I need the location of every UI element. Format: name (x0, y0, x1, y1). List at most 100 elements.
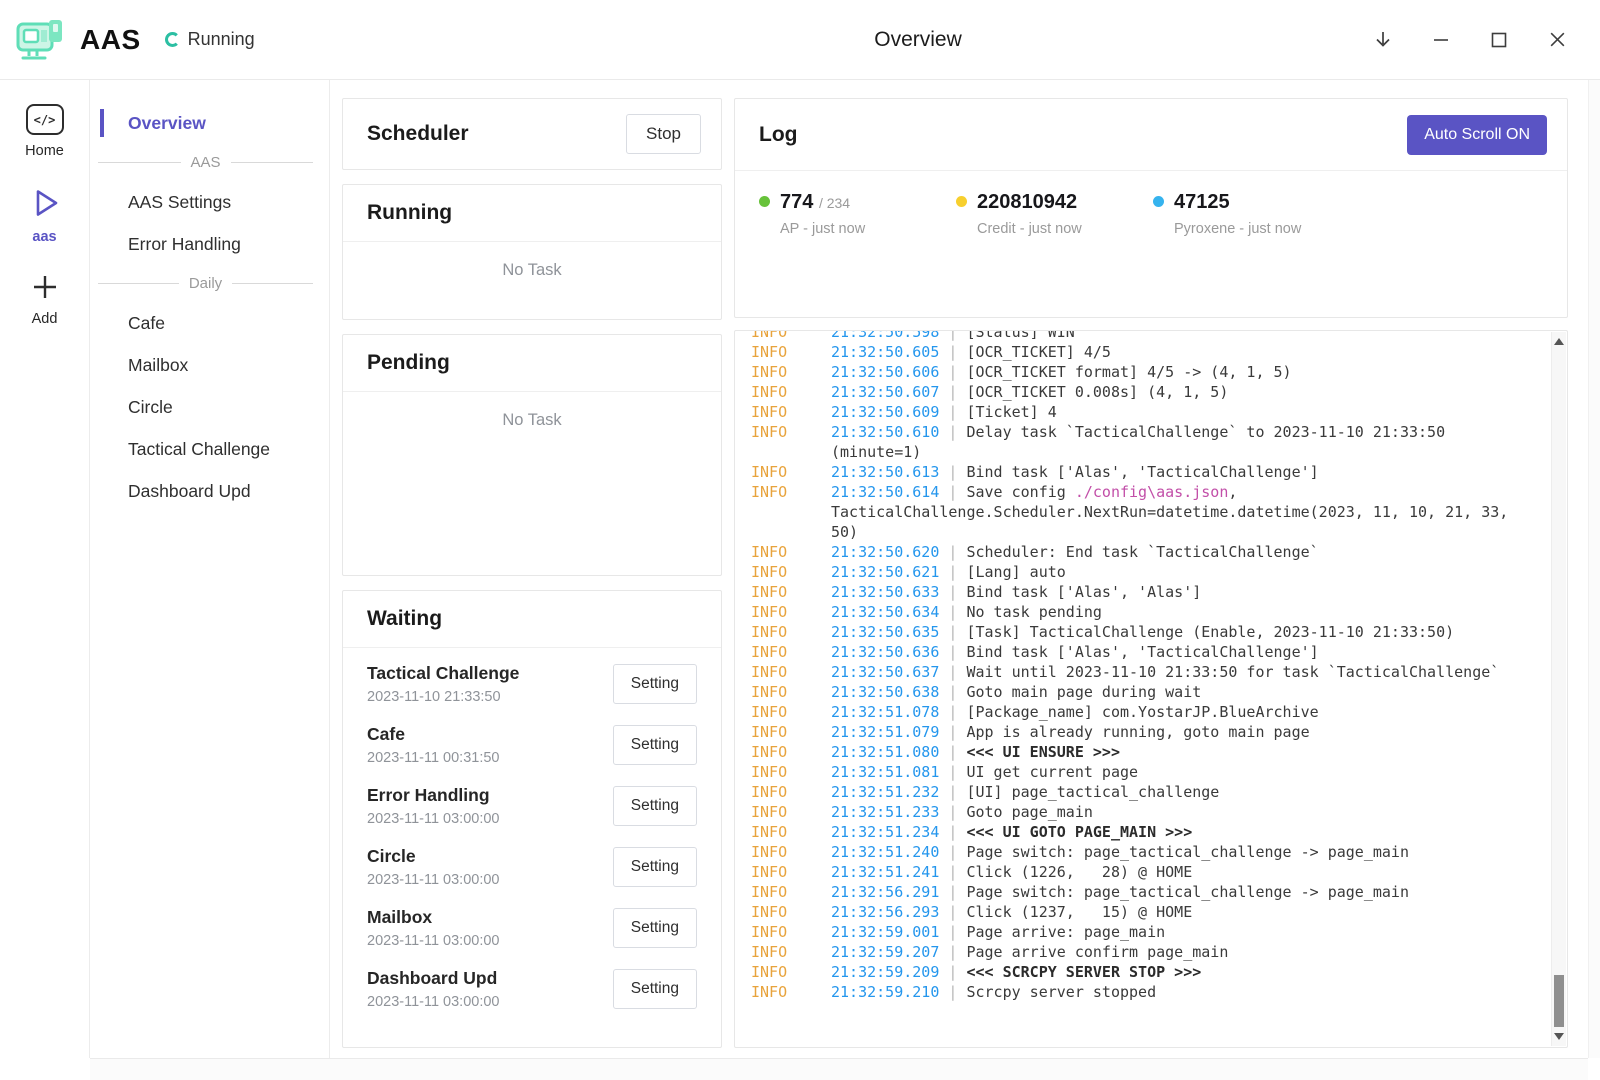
resource-stat: 774 / 234AP - just now (759, 191, 956, 237)
log-timestamp: 21:32:50.621 (831, 563, 939, 581)
menu: Overview AAS AAS SettingsError Handling Dai… (90, 80, 330, 1058)
task-info: Dashboard Upd2023-11-11 03:00:00 (367, 967, 500, 1010)
app-logo-icon (10, 9, 72, 71)
log-timestamp: 21:32:51.078 (831, 703, 939, 721)
log-message: Wait until 2023-11-10 21:33:50 for task … (966, 663, 1499, 681)
rail-item-add[interactable]: Add (29, 271, 61, 327)
task-setting-button[interactable]: Setting (613, 664, 697, 704)
divider-label: AAS (191, 154, 221, 171)
log-line: INFO21:32:51.233 | Goto page_main (751, 802, 1511, 822)
auto-scroll-toggle-button[interactable]: Auto Scroll ON (1407, 115, 1547, 155)
rail-item-aas[interactable]: aas (27, 185, 63, 245)
menu-item-error-handling[interactable]: Error Handling (90, 223, 329, 265)
log-timestamp: 21:32:51.241 (831, 863, 939, 881)
running-card-header: Running (343, 185, 721, 242)
divider-label: Daily (189, 275, 222, 292)
task-info: Circle2023-11-11 03:00:00 (367, 845, 500, 888)
menu-item-mailbox[interactable]: Mailbox (90, 344, 329, 386)
log-level: INFO (751, 382, 831, 402)
log-separator: | (939, 943, 966, 961)
log-lines: INFO21:32:50.598 | [Status] WININFO21:32… (735, 330, 1567, 1002)
task-setting-button[interactable]: Setting (613, 969, 697, 1009)
log-timestamp: 21:32:50.613 (831, 463, 939, 481)
task-name: Mailbox (367, 906, 500, 928)
close-button[interactable] (1536, 19, 1578, 61)
log-scrollbar[interactable] (1551, 332, 1566, 1046)
log-message: Page switch: page_tactical_challenge -> … (966, 843, 1409, 861)
log-message: [Lang] auto (966, 563, 1065, 581)
log-message: ./config\aas.json (1075, 483, 1229, 501)
log-message: [Status] WIN (966, 330, 1074, 341)
scheduler-stop-button[interactable]: Stop (626, 114, 701, 154)
waiting-task-row: Cafe2023-11-11 00:31:50Setting (367, 714, 697, 775)
stat-value: 220810942 (977, 191, 1082, 214)
log-line: INFO21:32:50.614 | Save config ./config\… (751, 482, 1511, 542)
rail-item-home[interactable]: </> Home (25, 104, 64, 159)
menu-item-overview[interactable]: Overview (90, 102, 329, 144)
page-title: Overview (874, 28, 962, 52)
log-line: INFO21:32:50.620 | Scheduler: End task `… (751, 542, 1511, 562)
log-line: INFO21:32:50.634 | No task pending (751, 602, 1511, 622)
menu-item-cafe[interactable]: Cafe (90, 302, 329, 344)
page-vertical-scrollbar[interactable] (1588, 80, 1600, 1058)
log-message: Page arrive: page_main (966, 923, 1165, 941)
running-empty-text: No Task (343, 242, 721, 280)
log-separator: | (939, 403, 966, 421)
menu-item-dashboard-upd[interactable]: Dashboard Upd (90, 470, 329, 512)
log-message: [Package_name] com.YostarJP.BlueArchive (966, 703, 1318, 721)
log-timestamp: 21:32:50.609 (831, 403, 939, 421)
log-separator: | (939, 703, 966, 721)
log-level: INFO (751, 342, 831, 362)
minimize-to-tray-button[interactable] (1362, 19, 1404, 61)
maximize-button[interactable] (1478, 19, 1520, 61)
task-setting-button[interactable]: Setting (613, 847, 697, 887)
log-separator: | (939, 683, 966, 701)
horizontal-scrollbar[interactable] (90, 1058, 1588, 1080)
log-scrollbar-thumb[interactable] (1554, 975, 1564, 1027)
task-setting-button[interactable]: Setting (613, 725, 697, 765)
waiting-task-list: Tactical Challenge2023-11-10 21:33:50Set… (343, 648, 721, 1027)
menu-item-aas-settings[interactable]: AAS Settings (90, 181, 329, 223)
close-icon (1548, 30, 1567, 49)
divider-line (98, 283, 179, 284)
log-separator: | (939, 963, 966, 981)
log-level: INFO (751, 482, 831, 502)
log-message: Click (1226, 28) @ HOME (966, 863, 1192, 881)
log-separator: | (939, 483, 966, 501)
stat-value: 774 / 234 (780, 191, 865, 214)
scroll-down-arrow-icon[interactable] (1554, 1033, 1564, 1040)
log-line: INFO21:32:51.234 | <<< UI GOTO PAGE_MAIN… (751, 822, 1511, 842)
log-separator: | (939, 330, 966, 341)
resource-stat: 220810942Credit - just now (956, 191, 1153, 237)
minimize-button[interactable] (1420, 19, 1462, 61)
log-line: INFO21:32:50.635 | [Task] TacticalChalle… (751, 622, 1511, 642)
log-line: INFO21:32:59.210 | Scrcpy server stopped (751, 982, 1511, 1002)
minimize-icon (1432, 31, 1450, 49)
log-message: <<< UI ENSURE >>> (966, 743, 1120, 761)
window-controls (1362, 19, 1578, 61)
log-line: INFO21:32:51.081 | UI get current page (751, 762, 1511, 782)
log-line: INFO21:32:50.613 | Bind task ['Alas', 'T… (751, 462, 1511, 482)
log-timestamp: 21:32:51.079 (831, 723, 939, 741)
code-glyph: </> (34, 113, 56, 127)
log-timestamp: 21:32:51.080 (831, 743, 939, 761)
log-level: INFO (751, 562, 831, 582)
waiting-card-header: Waiting (343, 591, 721, 648)
log-separator: | (939, 663, 966, 681)
rail: </> Home aas Add (0, 80, 90, 1058)
log-separator: | (939, 783, 966, 801)
log-line: INFO21:32:50.610 | Delay task `TacticalC… (751, 422, 1511, 462)
log-timestamp: 21:32:56.293 (831, 903, 939, 921)
scroll-up-arrow-icon[interactable] (1554, 338, 1564, 345)
app-status: Running (165, 29, 255, 50)
log-message: Bind task ['Alas', 'Alas'] (966, 583, 1201, 601)
log-level: INFO (751, 582, 831, 602)
menu-item-tactical-challenge[interactable]: Tactical Challenge (90, 428, 329, 470)
down-arrow-icon (1372, 29, 1394, 51)
task-setting-button[interactable]: Setting (613, 908, 697, 948)
menu-item-circle[interactable]: Circle (90, 386, 329, 428)
task-setting-button[interactable]: Setting (613, 786, 697, 826)
log-level: INFO (751, 362, 831, 382)
log-level: INFO (751, 662, 831, 682)
code-window-icon: </> (26, 104, 64, 135)
